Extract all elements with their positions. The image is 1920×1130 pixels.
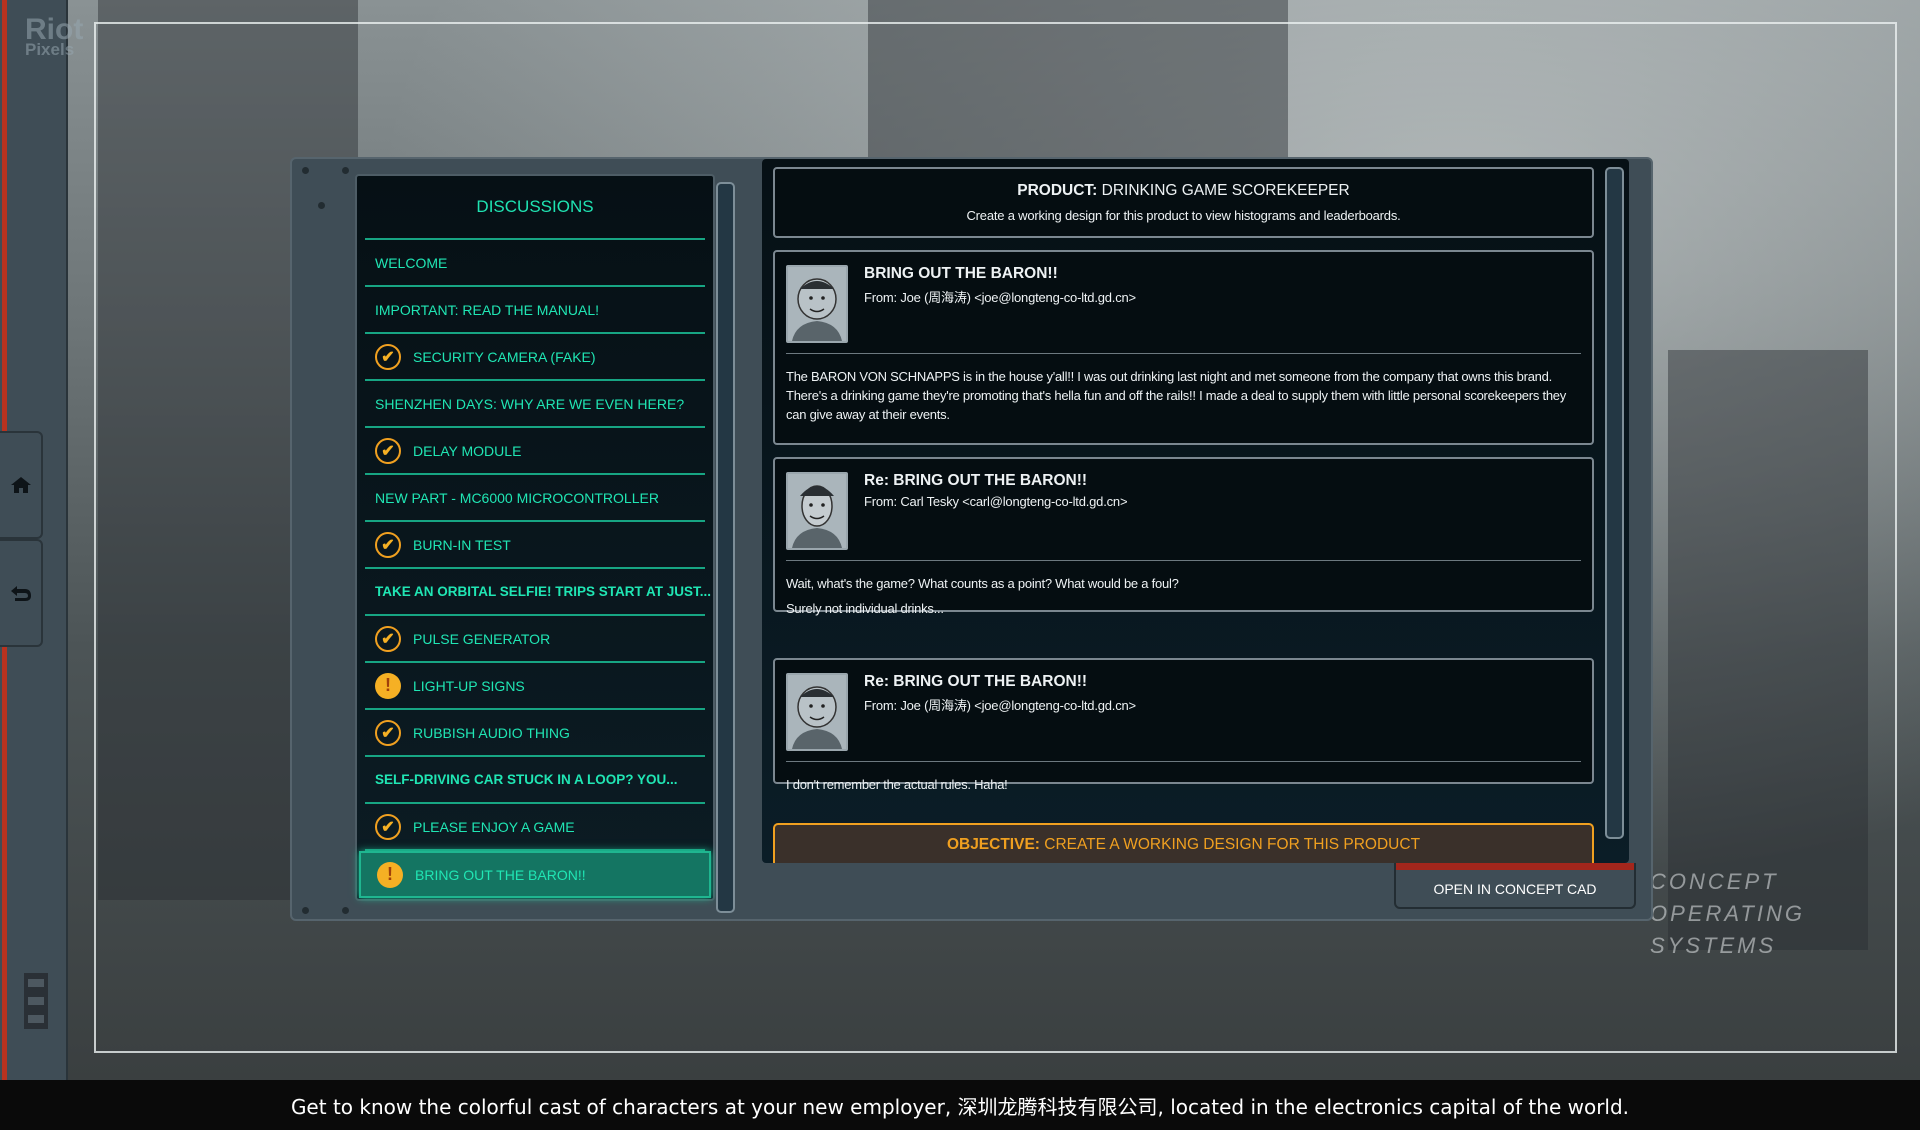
product-card: PRODUCT: DRINKING GAME SCOREKEEPER Creat… <box>773 167 1594 238</box>
rivet <box>342 167 349 174</box>
product-label: PRODUCT: <box>1017 182 1098 199</box>
home-icon <box>10 477 31 493</box>
check-circle-icon: ✔ <box>375 813 401 840</box>
discussion-item[interactable]: ! LIGHT-UP SIGNS <box>365 663 705 710</box>
discussion-item[interactable]: TAKE AN ORBITAL SELFIE! TRIPS START AT J… <box>365 569 711 616</box>
discussion-label: SELF-DRIVING CAR STUCK IN A LOOP? YOU... <box>375 772 678 787</box>
discussion-label: SECURITY CAMERA (FAKE) <box>413 348 596 365</box>
discussions-list: DISCUSSIONS WELCOME IMPORTANT: READ THE M… <box>355 174 715 901</box>
discussions-title: DISCUSSIONS <box>365 176 705 240</box>
rivet <box>302 907 309 914</box>
discussion-item[interactable]: SELF-DRIVING CAR STUCK IN A LOOP? YOU... <box>365 757 705 804</box>
product-description: Create a working design for this product… <box>966 208 1401 223</box>
background-sign: CONCEPT OPERATING SYSTEMS <box>1650 866 1805 962</box>
discussion-item[interactable]: NEW PART - MC6000 MICROCONTROLLER <box>365 475 705 522</box>
divider <box>786 761 1581 762</box>
discussions-scrollbar[interactable] <box>716 182 735 913</box>
email-message: Re: BRING OUT THE BARON!! From: Carl Tes… <box>773 457 1594 616</box>
open-in-concept-cad-button[interactable]: OPEN IN CONCEPT CAD <box>1394 863 1636 909</box>
check-circle-icon: ✔ <box>375 719 401 746</box>
rivet <box>318 202 325 209</box>
discussion-item[interactable]: ✔ PULSE GENERATOR <box>365 616 705 663</box>
discussion-label: BRING OUT THE BARON!! <box>415 866 586 883</box>
divider <box>786 353 1581 354</box>
check-circle-icon: ✔ <box>375 437 401 464</box>
discussion-label: BURN-IN TEST <box>413 536 511 553</box>
email-sender: From: Joe (周海涛) <joe@longteng-co-ltd.gd.… <box>864 698 1136 713</box>
undo-arrow-icon <box>10 586 31 601</box>
rivet <box>302 167 309 174</box>
back-button[interactable] <box>0 539 43 647</box>
watermark-logo: Riot Pixels <box>25 13 84 60</box>
message-scrollbar[interactable] <box>1605 167 1624 839</box>
exclamation-circle-icon: ! <box>375 672 401 699</box>
sender-avatar <box>786 673 848 751</box>
rivet <box>342 907 349 914</box>
sender-avatar <box>786 472 848 550</box>
sidebar: Riot Pixels <box>0 0 83 1080</box>
discussion-label: IMPORTANT: READ THE MANUAL! <box>375 301 600 318</box>
home-button[interactable] <box>0 431 43 539</box>
email-subject: Re: BRING OUT THE BARON!! <box>864 673 1088 690</box>
discussion-item[interactable]: ✔ SECURITY CAMERA (FAKE) <box>365 334 705 381</box>
email-message: BRING OUT THE BARON!! From: Joe (周海涛) <j… <box>773 250 1594 445</box>
sign-line: SYSTEMS <box>1650 933 1777 958</box>
email-subject: BRING OUT THE BARON!! <box>864 265 1058 282</box>
sign-line: CONCEPT <box>1650 869 1779 894</box>
objective-text: CREATE A WORKING DESIGN FOR THIS PRODUCT <box>1044 836 1421 853</box>
discussion-item[interactable]: ✔ PLEASE ENJOY A GAME <box>365 804 705 851</box>
discussion-item[interactable]: SHENZHEN DAYS: WHY ARE WE EVEN HERE? <box>365 381 705 428</box>
sign-line: OPERATING <box>1650 901 1805 926</box>
caption-bar: Get to know the colorful cast of charact… <box>0 1080 1920 1130</box>
game-logo-icon <box>24 973 48 1029</box>
discussion-label: WELCOME <box>375 254 448 271</box>
email-body: The BARON VON SCHNAPPS is in the house y… <box>786 369 1567 422</box>
email-message: Re: BRING OUT THE BARON!! From: Joe (周海涛… <box>773 658 1594 792</box>
discussion-label: PULSE GENERATOR <box>413 630 551 647</box>
discussion-label: NEW PART - MC6000 MICROCONTROLLER <box>375 489 659 506</box>
email-sender: From: Carl Tesky <carl@longteng-co-ltd.g… <box>864 494 1128 509</box>
watermark-line: Riot <box>25 13 84 46</box>
discussion-label: LIGHT-UP SIGNS <box>413 677 525 694</box>
objective-banner: OBJECTIVE: CREATE A WORKING DESIGN FOR T… <box>773 823 1594 863</box>
check-circle-icon: ✔ <box>375 343 401 370</box>
discussion-label: PLEASE ENJOY A GAME <box>413 818 575 835</box>
product-name: DRINKING GAME SCOREKEEPER <box>1101 182 1350 199</box>
objective-label: OBJECTIVE: <box>946 836 1040 853</box>
check-circle-icon: ✔ <box>375 625 401 652</box>
email-body: Wait, what's the game? What counts as a … <box>786 576 1179 591</box>
discussion-item[interactable]: ✔ BURN-IN TEST <box>365 522 705 569</box>
exclamation-circle-icon: ! <box>377 861 403 888</box>
email-body: Surely not individual drinks... <box>786 601 944 616</box>
divider <box>786 560 1581 561</box>
email-body: I don't remember the actual rules. Haha! <box>786 777 1008 792</box>
discussion-label: SHENZHEN DAYS: WHY ARE WE EVEN HERE? <box>375 395 685 412</box>
discussion-item[interactable]: ✔ DELAY MODULE <box>365 428 705 475</box>
discussion-item[interactable]: ! BRING OUT THE BARON!! <box>359 851 711 898</box>
sender-avatar <box>786 265 848 343</box>
check-circle-icon: ✔ <box>375 531 401 558</box>
discussion-item[interactable]: ✔ RUBBISH AUDIO THING <box>365 710 705 757</box>
discussion-label: DELAY MODULE <box>413 442 522 459</box>
discussion-item[interactable]: WELCOME <box>365 240 705 287</box>
message-pane: PRODUCT: DRINKING GAME SCOREKEEPER Creat… <box>762 159 1629 863</box>
discussion-label: TAKE AN ORBITAL SELFIE! TRIPS START AT J… <box>375 584 712 599</box>
discussion-item[interactable]: IMPORTANT: READ THE MANUAL! <box>365 287 705 334</box>
email-sender: From: Joe (周海涛) <joe@longteng-co-ltd.gd.… <box>864 290 1136 305</box>
email-subject: Re: BRING OUT THE BARON!! <box>864 472 1088 489</box>
discussion-label: RUBBISH AUDIO THING <box>413 724 570 741</box>
